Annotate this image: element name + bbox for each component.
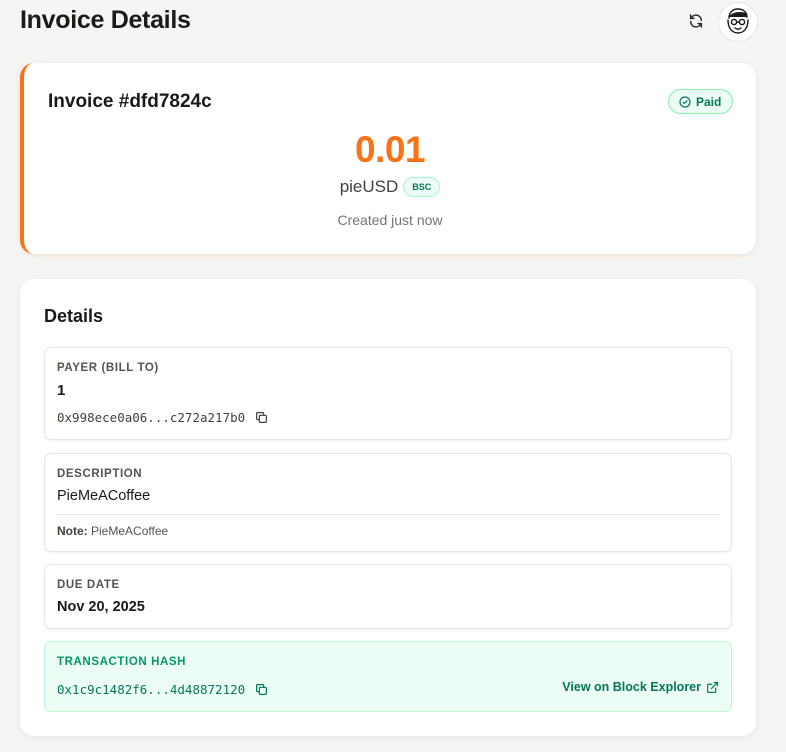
note-label: Note:: [57, 524, 88, 538]
due-date-value: Nov 20, 2025: [57, 599, 145, 615]
currency-symbol: pieUSD: [339, 177, 399, 196]
payer-address-row: 0x998ece0a06...c272a217b0: [57, 409, 269, 425]
due-date-label: DUE DATE: [57, 579, 120, 591]
payer-address: 0x998ece0a06...c272a217b0: [57, 409, 246, 425]
status-badge: Paid: [668, 89, 734, 114]
explorer-link-label: View on Block Explorer: [562, 680, 701, 694]
details-card: Details PAYER (BILL TO) 1 0x998ece0a06..…: [20, 279, 756, 736]
copy-payer-address-button[interactable]: [253, 409, 269, 425]
refresh-button[interactable]: [684, 9, 708, 33]
due-date-section: DUE DATE Nov 20, 2025: [44, 564, 732, 629]
description-label: DESCRIPTION: [57, 468, 143, 480]
note-text: PieMeACoffee: [91, 524, 169, 538]
refresh-icon: [689, 14, 703, 28]
payer-section: PAYER (BILL TO) 1 0x998ece0a06...c272a21…: [44, 347, 732, 440]
details-title: Details: [44, 306, 104, 326]
currency-row: pieUSD BSC: [24, 177, 756, 197]
created-timestamp: Created just now: [337, 212, 443, 228]
external-link-icon: [707, 681, 718, 693]
status-badge-label: Paid: [696, 94, 722, 109]
chain-badge: BSC: [403, 177, 441, 197]
avatar[interactable]: [718, 2, 758, 42]
invoice-summary-card: Invoice #dfd7824c Paid 0.01 pieUSD BSC C…: [20, 63, 756, 254]
copy-transaction-hash-button[interactable]: [253, 681, 269, 697]
invoice-id: Invoice #dfd7824c: [48, 91, 212, 112]
transaction-hash-row: 0x1c9c1482f6...4d48872120: [57, 681, 269, 697]
check-circle-icon: [679, 95, 691, 108]
transaction-hash: 0x1c9c1482f6...4d48872120: [57, 681, 246, 697]
divider: [57, 514, 719, 515]
description-text: PieMeACoffee: [57, 488, 151, 504]
view-on-block-explorer-link[interactable]: View on Block Explorer: [562, 680, 719, 694]
copy-icon: [255, 411, 267, 423]
invoice-amount: 0.01: [354, 129, 426, 170]
description-section: DESCRIPTION PieMeACoffee Note: PieMeACof…: [44, 453, 732, 552]
avatar-illustration-icon: [727, 8, 749, 34]
page-title: Invoice Details: [20, 6, 191, 34]
note-row: Note: PieMeACoffee: [57, 524, 168, 538]
transaction-section: TRANSACTION HASH 0x1c9c1482f6...4d488721…: [44, 641, 732, 712]
transaction-label: TRANSACTION HASH: [57, 656, 187, 668]
payer-label: PAYER (BILL TO): [57, 362, 159, 374]
copy-icon: [255, 683, 267, 695]
payer-name: 1: [57, 382, 66, 399]
